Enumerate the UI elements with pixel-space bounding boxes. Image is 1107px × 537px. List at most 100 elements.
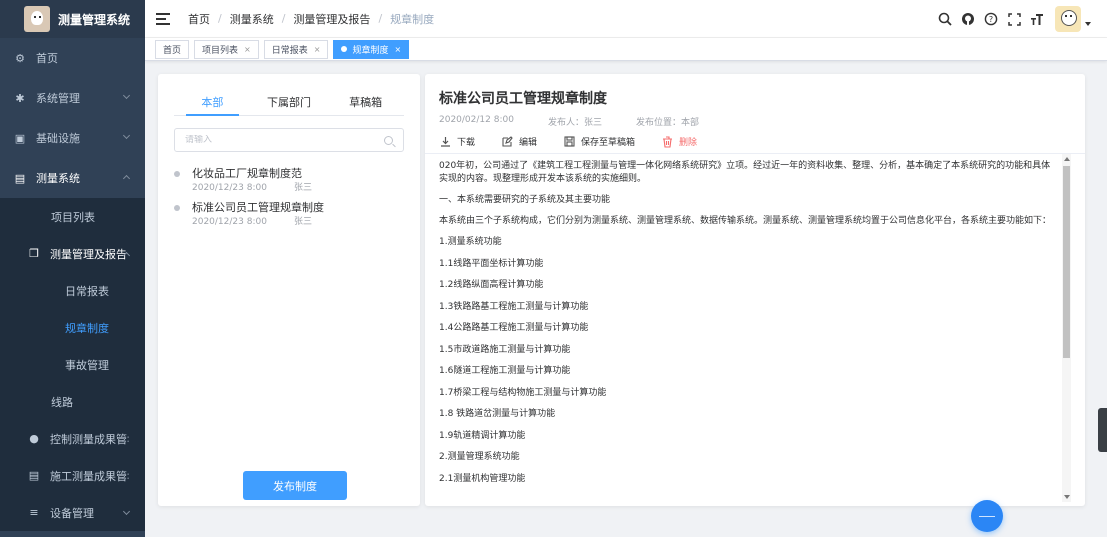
document-publisher: 发布人：张三: [547, 118, 602, 128]
delete-button[interactable]: 删除: [661, 135, 697, 148]
sidebar-item-measurement-report[interactable]: ❐ 测量管理及报告: [0, 235, 145, 272]
tag-home[interactable]: 首页: [155, 39, 190, 59]
edit-label: 编辑: [519, 138, 538, 148]
content-paragraph: 1.8 铁路道岔测量与计算功能: [439, 409, 556, 419]
breadcrumb-home[interactable]: 首页: [188, 11, 210, 27]
document-author: 张三: [294, 217, 313, 227]
github-icon[interactable]: [960, 11, 976, 27]
content-paragraph: 1.6隧道工程施工测量与计算功能: [439, 366, 571, 376]
sidebar-item-label: 控制测量成果管: [50, 432, 127, 446]
tag-daily-report[interactable]: 日常报表 ×: [263, 39, 329, 59]
divider: [425, 153, 1085, 154]
gauge-icon: ●: [29, 432, 39, 445]
search-box: [174, 128, 404, 152]
sidebar-item-label: 项目列表: [51, 210, 95, 224]
logo[interactable]: 测量管理系统: [0, 0, 145, 38]
sidebar-item-label: 设备管理: [50, 506, 94, 520]
tab-drafts[interactable]: 草稿箱: [327, 94, 404, 115]
avatar[interactable]: [1055, 6, 1081, 32]
content-scrollbar[interactable]: [1062, 154, 1071, 502]
breadcrumb-measurement-report[interactable]: 测量管理及报告: [293, 11, 370, 27]
close-icon[interactable]: ×: [244, 45, 251, 54]
trash-icon: [661, 135, 673, 148]
caret-down-icon[interactable]: [1085, 22, 1091, 26]
content-paragraph: 1.4公路路基工程施工测量与计算功能: [439, 323, 589, 333]
sidebar-item-system-management[interactable]: ✱ 系统管理: [0, 78, 145, 118]
close-icon[interactable]: ×: [314, 45, 321, 54]
document-header-meta: 2020/02/12 8:00 发布人：张三 发布位置：本部: [439, 115, 733, 128]
side-panel-handle[interactable]: [1098, 408, 1107, 452]
sidebar-item-accident-management[interactable]: 事故管理: [0, 346, 145, 383]
tab-subordinate-departments[interactable]: 下属部门: [251, 94, 328, 115]
sidebar-item-label: 线路: [51, 395, 73, 409]
help-icon[interactable]: ?: [983, 11, 999, 27]
search-icon[interactable]: [384, 135, 393, 145]
tags-view: 首页 项目列表 × 日常报表 × 规章制度 ×: [145, 38, 1107, 61]
save-draft-button[interactable]: 保存至草稿箱: [563, 135, 635, 148]
document-icon: ▤: [14, 171, 26, 185]
active-dot-icon: [341, 46, 348, 52]
app-title: 测量管理系统: [58, 12, 131, 27]
breadcrumb-separator: /: [378, 12, 383, 25]
monitor-icon: ▣: [14, 131, 26, 145]
sidebar-item-home[interactable]: ⚙ 首页: [0, 38, 145, 78]
download-button[interactable]: 下载: [439, 135, 475, 148]
publish-regulation-button[interactable]: 发布制度: [243, 471, 347, 500]
fullscreen-icon[interactable]: [1006, 11, 1022, 27]
more-icon: :::: [120, 469, 130, 482]
category-tabs: 本部 下属部门 草稿箱: [174, 94, 404, 116]
chevron-down-icon: [122, 131, 131, 140]
list-item[interactable]: 标准公司员工管理规章制度 2020/12/23 8:00 张三: [174, 200, 404, 234]
logo-image: [24, 6, 50, 32]
sidebar-item-control-survey[interactable]: ● 控制测量成果管 :::: [0, 420, 145, 457]
document-icon: ▤: [28, 469, 40, 482]
search-input[interactable]: [185, 135, 384, 145]
save-icon: [563, 136, 575, 148]
more-icon: :::: [120, 432, 130, 445]
sidebar-item-daily-report[interactable]: 日常报表: [0, 272, 145, 309]
breadcrumb-current: 规章制度: [390, 12, 435, 26]
scrollbar-thumb[interactable]: [1063, 166, 1070, 358]
document-date: 2020/12/23 8:00: [192, 183, 267, 193]
content-paragraph: 1.2线路纵面高程计算功能: [439, 280, 544, 290]
sidebar-item-label: 系统管理: [36, 92, 80, 105]
search-icon[interactable]: [937, 11, 953, 27]
tag-regulations[interactable]: 规章制度 ×: [333, 39, 410, 59]
svg-text:?: ?: [989, 15, 993, 24]
breadcrumb: 首页 / 测量系统 / 测量管理及报告 / 规章制度: [188, 11, 434, 27]
sidebar-item-route[interactable]: 线路: [0, 383, 145, 420]
floating-action-button[interactable]: [971, 500, 1003, 532]
scroll-down-icon[interactable]: [1064, 495, 1070, 499]
content-paragraph: 1.7桥梁工程与结构物施工测量与计算功能: [439, 387, 607, 398]
content-paragraph: 1.1线路平面坐标计算功能: [439, 258, 544, 269]
sidebar-item-measurement-system[interactable]: ▤ 测量系统: [0, 158, 145, 198]
scroll-up-icon[interactable]: [1064, 157, 1070, 161]
download-icon: [439, 136, 451, 148]
document-meta: 2020/12/23 8:00 张三: [192, 216, 404, 228]
sidebar-item-project-list[interactable]: 项目列表: [0, 198, 145, 235]
tag-label: 首页: [163, 45, 182, 56]
sidebar-item-label: 基础设施: [36, 132, 80, 145]
sidebar-item-equipment[interactable]: ≡ 设备管理: [0, 494, 145, 531]
tab-headquarters[interactable]: 本部: [174, 94, 251, 116]
breadcrumb-measurement-system[interactable]: 测量系统: [230, 11, 274, 27]
hamburger-icon[interactable]: [156, 12, 170, 25]
sidebar-item-regulations[interactable]: 规章制度: [0, 309, 145, 346]
tag-project-list[interactable]: 项目列表 ×: [194, 39, 259, 59]
chevron-up-icon: [122, 174, 131, 183]
document-meta: 2020/12/23 8:00 张三: [192, 182, 404, 194]
content-paragraph: 1.测量系统功能: [439, 237, 502, 247]
document-author: 张三: [294, 183, 313, 193]
edit-icon: [501, 136, 513, 148]
sidebar-item-label: 日常报表: [65, 284, 109, 298]
line-icon: [979, 515, 995, 517]
close-icon[interactable]: ×: [394, 45, 401, 54]
sidebar-item-infrastructure[interactable]: ▣ 基础设施: [0, 118, 145, 158]
content-paragraph: 2.测量管理系统功能: [439, 452, 520, 462]
sidebar-item-construction-survey[interactable]: ▤ 施工测量成果管 :::: [0, 457, 145, 494]
list-item[interactable]: 化妆品工厂规章制度范 2020/12/23 8:00 张三: [174, 166, 404, 200]
font-size-icon[interactable]: [1029, 11, 1045, 27]
edit-button[interactable]: 编辑: [501, 135, 537, 148]
breadcrumb-separator: /: [281, 12, 286, 25]
content-paragraph: 2.1测量机构管理功能: [439, 473, 526, 484]
